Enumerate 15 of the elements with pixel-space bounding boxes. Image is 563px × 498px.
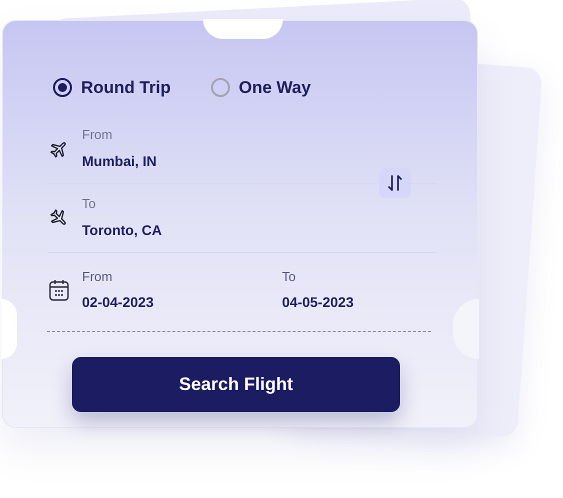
- date-value[interactable]: 02-04-2023: [82, 292, 282, 314]
- trip-type-radio[interactable]: One Way: [210, 75, 311, 100]
- field-label: From: [82, 126, 114, 144]
- calendar-icon: [49, 279, 69, 301]
- field-label: From: [82, 268, 114, 286]
- search-flight-button[interactable]: Search Flight: [72, 356, 400, 412]
- airplane-icon: [49, 208, 69, 228]
- field-label: To: [82, 195, 97, 214]
- swap-arrows-icon: [386, 174, 404, 192]
- location-value[interactable]: Toronto, CA: [82, 220, 162, 241]
- date-value[interactable]: 04-05-2023: [282, 292, 482, 314]
- location-value[interactable]: Mumbai, IN: [82, 150, 157, 172]
- trip-type-radio[interactable]: Round Trip: [53, 75, 171, 100]
- field-label: To: [282, 268, 297, 286]
- swap-button[interactable]: [379, 168, 411, 198]
